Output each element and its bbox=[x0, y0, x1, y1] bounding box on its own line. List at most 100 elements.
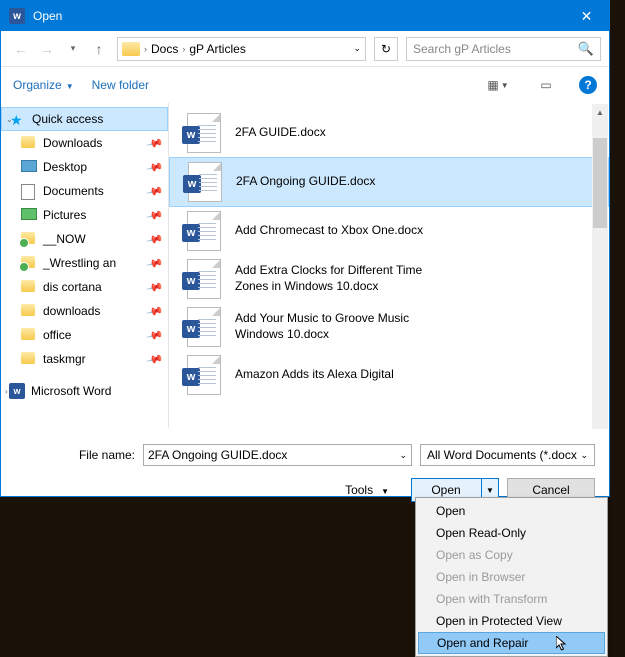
pin-icon: 📌 bbox=[146, 134, 164, 152]
file-item[interactable]: w Amazon Adds its Alexa Digital bbox=[169, 351, 609, 399]
chevron-down-icon[interactable]: ⌄ bbox=[580, 450, 588, 461]
file-item[interactable]: w Add Extra Clocks for Different Time Zon… bbox=[169, 255, 609, 303]
downloads-icon bbox=[21, 136, 37, 150]
scroll-up-arrow[interactable]: ▲ bbox=[593, 104, 607, 120]
word-document-icon: w bbox=[187, 355, 221, 395]
menu-item-open-protected[interactable]: Open in Protected View bbox=[418, 610, 605, 632]
word-document-icon: w bbox=[187, 211, 221, 251]
collapse-icon[interactable]: ⌄ bbox=[6, 115, 13, 124]
pin-icon: 📌 bbox=[146, 350, 164, 368]
organize-menu[interactable]: Organize▼ bbox=[13, 78, 74, 92]
sidebar-item-downloads[interactable]: Downloads 📌 bbox=[1, 131, 168, 155]
up-button[interactable]: ↑ bbox=[87, 37, 111, 61]
pin-icon: 📌 bbox=[146, 206, 164, 224]
menu-item-open-copy: Open as Copy bbox=[418, 544, 605, 566]
new-folder-button[interactable]: New folder bbox=[92, 78, 149, 92]
recent-dropdown[interactable]: ▾ bbox=[61, 37, 85, 61]
documents-icon bbox=[21, 184, 37, 198]
scroll-thumb[interactable] bbox=[593, 138, 607, 228]
sidebar-item-folder[interactable]: office📌 bbox=[1, 323, 168, 347]
sidebar-item-desktop[interactable]: Desktop📌 bbox=[1, 155, 168, 179]
sidebar-item-pictures[interactable]: Pictures 📌 bbox=[1, 203, 168, 227]
file-item[interactable]: wAdd Your Music to Groove Music Windows … bbox=[169, 303, 609, 351]
search-icon[interactable]: 🔍 bbox=[578, 41, 594, 57]
menu-item-open-browser: Open in Browser bbox=[418, 566, 605, 588]
toolbar: Organize▼ New folder ▦▼ ▭ ? bbox=[1, 67, 609, 103]
file-item[interactable]: w 2FA GUIDE.docx bbox=[169, 109, 609, 157]
window-title: Open bbox=[33, 9, 564, 23]
sidebar-item-folder[interactable]: __NOW📌 bbox=[1, 227, 168, 251]
chevron-right-icon: › bbox=[144, 44, 147, 54]
filter-value: All Word Documents (*.docx;*.d bbox=[427, 448, 577, 462]
word-document-icon: w bbox=[188, 162, 222, 202]
file-name: Add Extra Clocks for Different Time Zone… bbox=[235, 263, 435, 294]
dialog-body: ⌄ ★ Quick access Downloads 📌 Desktop📌 Doc… bbox=[1, 103, 609, 428]
nav-bar: ← → ▾ ↑ › Docs › gP Articles ⌄ ↻ Search … bbox=[1, 31, 609, 67]
file-name: 2FA Ongoing GUIDE.docx bbox=[236, 174, 375, 190]
search-input[interactable]: Search gP Articles 🔍 bbox=[406, 37, 601, 61]
breadcrumb[interactable]: › Docs › gP Articles ⌄ bbox=[117, 37, 366, 61]
menu-item-open-repair[interactable]: Open and Repair bbox=[418, 632, 605, 654]
pin-icon: 📌 bbox=[146, 230, 164, 248]
open-dropdown-menu: Open Open Read-Only Open as Copy Open in… bbox=[415, 497, 608, 657]
sidebar-item-folder[interactable]: downloads📌 bbox=[1, 299, 168, 323]
search-placeholder: Search gP Articles bbox=[413, 42, 511, 56]
sidebar-item-label: Pictures bbox=[43, 208, 86, 222]
breadcrumb-segment[interactable]: Docs bbox=[151, 42, 178, 56]
file-list-scrollbar[interactable]: ▲ bbox=[592, 104, 608, 429]
sidebar-item-label: Quick access bbox=[32, 112, 103, 126]
sidebar-item-label: Documents bbox=[43, 184, 104, 198]
file-item[interactable]: w 2FA Ongoing GUIDE.docx bbox=[169, 157, 609, 207]
folder-sync-icon bbox=[21, 256, 37, 270]
pin-icon: 📌 bbox=[146, 302, 164, 320]
menu-item-open-readonly[interactable]: Open Read-Only bbox=[418, 522, 605, 544]
menu-item-open-transform: Open with Transform bbox=[418, 588, 605, 610]
sidebar-item-folder[interactable]: dis cortana📌 bbox=[1, 275, 168, 299]
pictures-icon bbox=[21, 208, 37, 222]
word-document-icon: w bbox=[187, 113, 221, 153]
help-button[interactable]: ? bbox=[579, 76, 597, 94]
sidebar-item-documents[interactable]: Documents 📌 bbox=[1, 179, 168, 203]
chevron-down-icon[interactable]: ⌄ bbox=[399, 450, 407, 461]
titlebar: w Open ✕ bbox=[1, 1, 609, 31]
file-name: Add Chromecast to Xbox One.docx bbox=[235, 223, 423, 239]
sidebar-item-label: taskmgr bbox=[43, 352, 86, 366]
pin-icon: 📌 bbox=[146, 158, 164, 176]
sidebar-item-label: office bbox=[43, 328, 71, 342]
open-dialog: w Open ✕ ← → ▾ ↑ › Docs › gP Articles ⌄ … bbox=[0, 0, 610, 497]
expand-icon[interactable]: › bbox=[5, 387, 8, 396]
word-document-icon: w bbox=[187, 307, 221, 347]
sidebar-item-label: _Wrestling an bbox=[43, 256, 116, 270]
file-type-filter[interactable]: All Word Documents (*.docx;*.d⌄ bbox=[420, 444, 595, 466]
file-name: Amazon Adds its Alexa Digital bbox=[235, 367, 394, 383]
refresh-button[interactable]: ↻ bbox=[374, 37, 398, 61]
breadcrumb-segment[interactable]: gP Articles bbox=[189, 42, 245, 56]
file-item[interactable]: w Add Chromecast to Xbox One.docx bbox=[169, 207, 609, 255]
file-name: 2FA GUIDE.docx bbox=[235, 125, 326, 141]
sidebar-item-folder[interactable]: _Wrestling an📌 bbox=[1, 251, 168, 275]
sidebar-item-label: Downloads bbox=[43, 136, 102, 150]
view-options-button[interactable]: ▦▼ bbox=[483, 74, 513, 96]
sidebar-item-quick-access[interactable]: ⌄ ★ Quick access bbox=[1, 107, 168, 131]
chevron-down-icon[interactable]: ⌄ bbox=[353, 43, 361, 54]
back-button[interactable]: ← bbox=[9, 37, 33, 61]
preview-pane-button[interactable]: ▭ bbox=[531, 74, 561, 96]
forward-button[interactable]: → bbox=[35, 37, 59, 61]
desktop-icon bbox=[21, 160, 37, 174]
sidebar-item-word[interactable]: ›w Microsoft Word bbox=[1, 379, 168, 403]
folder-icon bbox=[21, 328, 37, 342]
folder-icon bbox=[21, 304, 37, 318]
chevron-right-icon: › bbox=[182, 44, 185, 54]
filename-value: 2FA Ongoing GUIDE.docx bbox=[148, 448, 287, 462]
tools-menu[interactable]: Tools▼ bbox=[345, 483, 389, 497]
sidebar-item-folder[interactable]: taskmgr 📌 bbox=[1, 347, 168, 371]
pin-icon: 📌 bbox=[146, 182, 164, 200]
word-icon: w bbox=[9, 383, 25, 399]
close-button[interactable]: ✕ bbox=[564, 1, 609, 31]
filename-input[interactable]: 2FA Ongoing GUIDE.docx ⌄ bbox=[143, 444, 412, 466]
sidebar-item-label: Microsoft Word bbox=[31, 384, 111, 398]
menu-item-open[interactable]: Open bbox=[418, 500, 605, 522]
folder-icon bbox=[122, 42, 140, 56]
filename-label: File name: bbox=[15, 448, 135, 462]
word-document-icon: w bbox=[187, 259, 221, 299]
